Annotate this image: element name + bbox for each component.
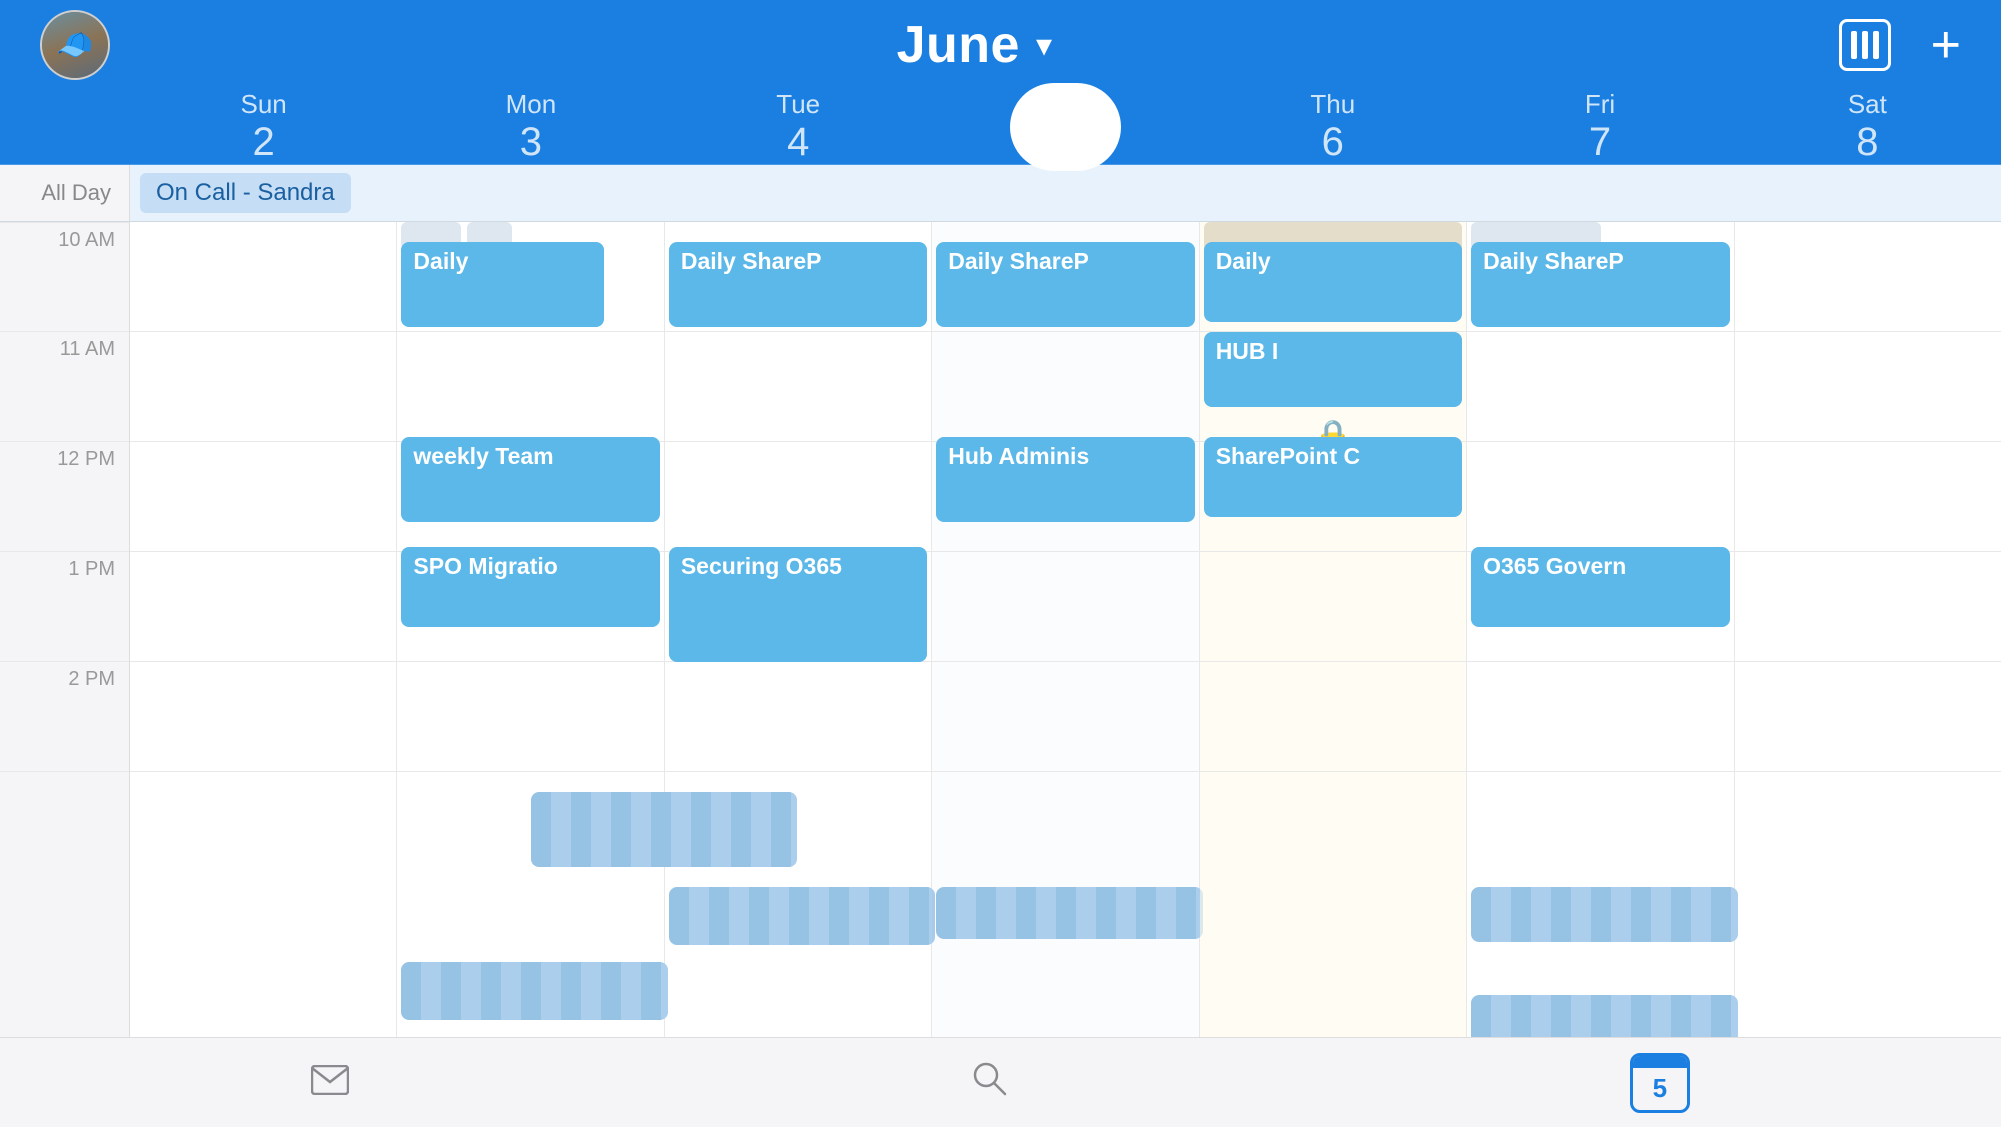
day-headers: Sun 2 Mon 3 Tue 4 Wed 5 Thu 6 Fri 7 [130, 83, 2001, 171]
event-mon-spo-migration[interactable]: SPO Migratio [401, 547, 659, 627]
calendar-badge: 5 [1630, 1053, 1690, 1113]
day-header-wed[interactable]: Wed 5 [932, 83, 1199, 171]
tab-search[interactable] [931, 1050, 1047, 1115]
event-mon-weekly-team[interactable]: weekly Team [401, 437, 659, 522]
calendar-badge-top [1633, 1056, 1687, 1068]
days-grid: Daily weekly Team SPO Migratio [130, 222, 2001, 1037]
day-column-sun [130, 222, 397, 1037]
app-header: 🧢 June ▾ + [0, 0, 2001, 90]
event-wed-blurred-1[interactable] [936, 887, 1202, 939]
search-icon [971, 1060, 1007, 1105]
event-fri-blurred-2[interactable] [1471, 995, 1737, 1037]
event-thu-hub[interactable]: HUB I [1204, 332, 1462, 407]
day-column-tue: Daily ShareP Securing O365 [665, 222, 932, 1037]
day-number-thu: 6 [1322, 120, 1344, 165]
event-thu-daily[interactable]: Daily [1204, 242, 1462, 322]
event-fri-blurred-1[interactable] [1471, 887, 1737, 942]
day-number-mon: 3 [520, 120, 542, 165]
event-tue-blurred-1[interactable] [669, 887, 935, 945]
time-slot-10am: 10 AM [0, 222, 129, 332]
day-name-wed: Wed [1038, 89, 1092, 120]
day-header-tue[interactable]: Tue 4 [665, 83, 932, 171]
day-number-fri: 7 [1589, 120, 1611, 165]
mail-icon [311, 1062, 349, 1104]
day-header-fri[interactable]: Fri 7 [1466, 83, 1733, 171]
tab-bar: 5 [0, 1037, 2001, 1127]
day-number-wed: 5 [1054, 120, 1076, 165]
header-left: 🧢 [40, 10, 110, 80]
avatar[interactable]: 🧢 [40, 10, 110, 80]
day-name-tue: Tue [776, 89, 820, 120]
day-column-mon: Daily weekly Team SPO Migratio [397, 222, 664, 1037]
calendar-badge-number: 5 [1633, 1068, 1687, 1110]
calendar-grid: 10 AM 11 AM 12 PM 1 PM 2 PM Daily [0, 222, 2001, 1037]
event-wed-daily-sharep[interactable]: Daily ShareP [936, 242, 1194, 327]
month-title: June [897, 15, 1020, 75]
time-gutter: 10 AM 11 AM 12 PM 1 PM 2 PM [0, 222, 130, 1037]
event-mon-blurred-2[interactable] [401, 962, 667, 1020]
day-name-sun: Sun [241, 89, 287, 120]
day-header-mon[interactable]: Mon 3 [397, 83, 664, 171]
day-column-wed: Daily ShareP Hub Adminis [932, 222, 1199, 1037]
add-event-button[interactable]: + [1931, 19, 1961, 71]
day-column-sat [1735, 222, 2001, 1037]
event-wed-hub-adminis[interactable]: Hub Adminis [936, 437, 1194, 522]
day-header-sun[interactable]: Sun 2 [130, 83, 397, 171]
grid-bars-icon [1851, 31, 1879, 59]
day-number-sat: 8 [1856, 120, 1878, 165]
avatar-image: 🧢 [42, 12, 108, 78]
day-number-sun: 2 [253, 120, 275, 165]
header-right: + [1839, 19, 1961, 71]
chevron-down-icon: ▾ [1036, 26, 1052, 64]
allday-event-oncall[interactable]: On Call - Sandra [140, 173, 351, 213]
event-fri-daily-sharep[interactable]: Daily ShareP [1471, 242, 1729, 327]
day-column-fri: Daily ShareP O365 Govern [1467, 222, 1734, 1037]
event-fri-o365-govern[interactable]: O365 Govern [1471, 547, 1729, 627]
day-column-thu: Daily HUB I 🔒 SharePoint C [1200, 222, 1467, 1037]
event-thu-sharepoint-c[interactable]: SharePoint C [1204, 437, 1462, 517]
day-number-tue: 4 [787, 120, 809, 165]
allday-events: On Call - Sandra [130, 165, 2001, 221]
day-header-thu[interactable]: Thu 6 [1199, 83, 1466, 171]
day-header-sat[interactable]: Sat 8 [1734, 83, 2001, 171]
time-slot-11am: 11 AM [0, 332, 129, 442]
today-pill: Wed 5 [1010, 83, 1120, 171]
event-tue-daily-sharep[interactable]: Daily ShareP [669, 242, 927, 327]
grid-view-button[interactable] [1839, 19, 1891, 71]
time-slot-12pm: 12 PM [0, 442, 129, 552]
event-mon-daily[interactable]: Daily [401, 242, 603, 327]
allday-row: All Day On Call - Sandra [0, 165, 2001, 222]
time-slot-1pm: 1 PM [0, 552, 129, 662]
tab-mail[interactable] [271, 1052, 389, 1114]
event-tue-securing-o365[interactable]: Securing O365 [669, 547, 927, 662]
tab-calendar[interactable]: 5 [1590, 1043, 1730, 1123]
day-header-bar: Sun 2 Mon 3 Tue 4 Wed 5 Thu 6 Fri 7 [0, 90, 2001, 165]
day-name-mon: Mon [506, 89, 557, 120]
time-slot-2pm: 2 PM [0, 662, 129, 772]
day-name-sat: Sat [1848, 89, 1887, 120]
day-name-fri: Fri [1585, 89, 1615, 120]
month-selector[interactable]: June ▾ [897, 15, 1052, 75]
allday-label: All Day [0, 165, 130, 221]
day-name-thu: Thu [1310, 89, 1355, 120]
